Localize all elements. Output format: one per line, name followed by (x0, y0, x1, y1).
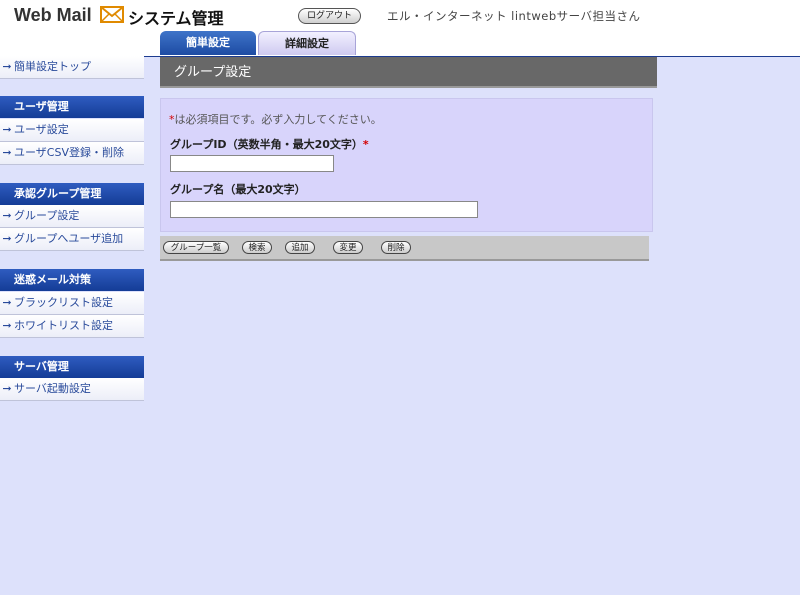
arrow-right-icon: ➞ (2, 60, 12, 73)
group-name-label: グループ名（最大20文字） (170, 183, 306, 196)
sidebar-item-label: グループへユーザ追加 (14, 232, 124, 245)
sidebar-item-label: ユーザ設定 (14, 123, 69, 136)
app-title: システム管理 (128, 9, 224, 28)
sidebar-heading-spam: 迷惑メール対策 (0, 269, 144, 291)
arrow-right-icon: ➞ (2, 296, 12, 309)
add-button[interactable]: 追加 (285, 241, 315, 254)
arrow-right-icon: ➞ (2, 123, 12, 136)
sidebar-item-label: サーバ起動設定 (14, 382, 91, 395)
search-button[interactable]: 検索 (242, 241, 272, 254)
arrow-right-icon: ➞ (2, 146, 12, 159)
sidebar-item-group-settings[interactable]: ➞ グループ設定 (0, 205, 144, 228)
delete-button[interactable]: 削除 (381, 241, 411, 254)
header: Web Mail システム管理 ログアウト エル・インターネット lintweb… (0, 0, 800, 57)
sidebar-item-label: グループ設定 (14, 209, 80, 222)
tab-simple-settings[interactable]: 簡単設定 (160, 31, 256, 55)
user-name: エル・インターネット lintwebサーバ担当さん (387, 9, 641, 23)
modify-button[interactable]: 変更 (333, 241, 363, 254)
sidebar-heading-server: サーバ管理 (0, 356, 144, 378)
sidebar-item-whitelist[interactable]: ➞ ホワイトリスト設定 (0, 315, 144, 338)
arrow-right-icon: ➞ (2, 319, 12, 332)
action-bar: グループ一覧 検索 追加 変更 削除 (160, 236, 649, 261)
group-list-button[interactable]: グループ一覧 (163, 241, 229, 254)
sidebar-item-label: ユーザCSV登録・削除 (14, 146, 124, 159)
sidebar-item-label: ブラックリスト設定 (14, 296, 113, 309)
sidebar-heading-approval-group: 承認グループ管理 (0, 183, 144, 205)
sidebar-heading-user-management: ユーザ管理 (0, 96, 144, 118)
group-form: *は必須項目です。必ず入力してください。 グループID（英数半角・最大20文字）… (160, 98, 653, 232)
tab-detail-settings[interactable]: 詳細設定 (258, 31, 356, 55)
required-note: *は必須項目です。必ず入力してください。 (169, 113, 382, 126)
sidebar-item-group-add-user[interactable]: ➞ グループへユーザ追加 (0, 228, 144, 251)
sidebar-item-label: ホワイトリスト設定 (14, 319, 113, 332)
logo-text: Web Mail (14, 5, 92, 25)
logout-button[interactable]: ログアウト (298, 8, 362, 24)
sidebar-item-user-settings[interactable]: ➞ ユーザ設定 (0, 119, 144, 142)
mail-envelope-icon (100, 6, 124, 23)
arrow-right-icon: ➞ (2, 382, 12, 395)
sidebar-item-simple-top[interactable]: ➞ 簡単設定トップ (0, 56, 144, 79)
sidebar-item-server-startup[interactable]: ➞ サーバ起動設定 (0, 378, 144, 401)
sidebar-item-user-csv[interactable]: ➞ ユーザCSV登録・削除 (0, 142, 144, 165)
group-id-input[interactable] (170, 155, 334, 172)
sidebar-item-blacklist[interactable]: ➞ ブラックリスト設定 (0, 292, 144, 315)
sidebar-item-label: 簡単設定トップ (14, 60, 91, 73)
required-marker: * (362, 138, 369, 151)
arrow-right-icon: ➞ (2, 209, 12, 222)
group-id-label: グループID（英数半角・最大20文字）* (170, 138, 369, 151)
group-name-input[interactable] (170, 201, 478, 218)
page-title: グループ設定 (160, 57, 657, 88)
arrow-right-icon: ➞ (2, 232, 12, 245)
